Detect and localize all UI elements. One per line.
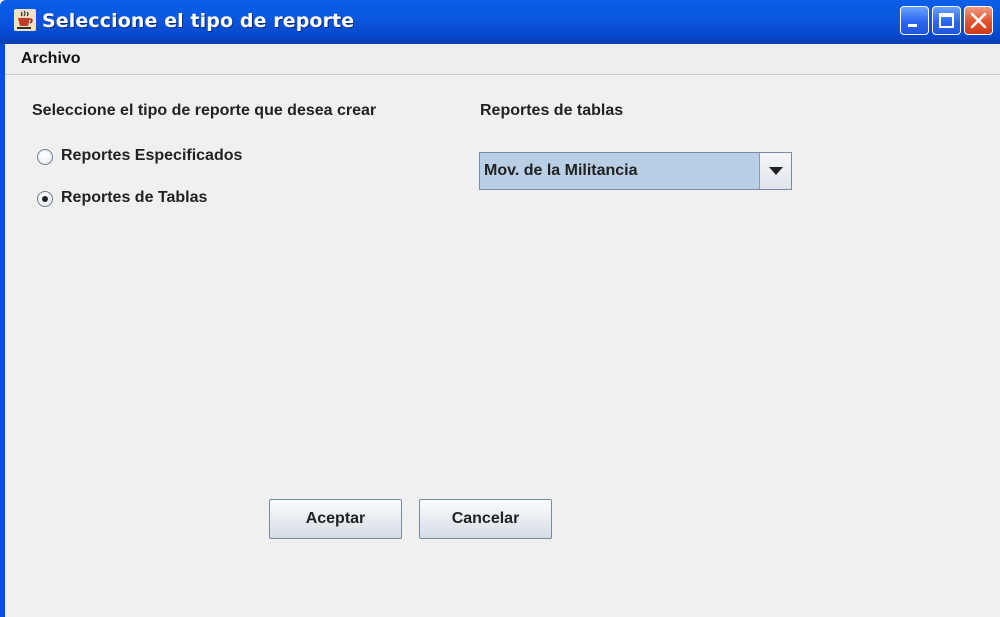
radio-selected-dot bbox=[42, 196, 48, 202]
cancel-button[interactable]: Cancelar bbox=[419, 499, 552, 539]
window-border bbox=[0, 44, 5, 617]
report-type-prompt: Seleccione el tipo de reporte que desea … bbox=[32, 102, 377, 119]
java-cup-icon bbox=[14, 9, 36, 31]
chevron-down-icon bbox=[769, 167, 783, 175]
radio-button-checked[interactable] bbox=[37, 191, 53, 207]
close-icon bbox=[970, 12, 987, 29]
radio-button-unchecked[interactable] bbox=[37, 149, 53, 165]
minimize-icon bbox=[908, 24, 917, 27]
table-reports-label: Reportes de tablas bbox=[480, 102, 624, 119]
combobox-arrow-button[interactable] bbox=[759, 153, 791, 189]
report-type-dialog: Seleccione el tipo de reporte Archivo Se… bbox=[0, 0, 1000, 617]
combobox-selected-value: Mov. de la Militancia bbox=[484, 162, 638, 179]
radio-reportes-de-tablas[interactable]: Reportes de Tablas bbox=[37, 189, 267, 211]
radio-reportes-especificados[interactable]: Reportes Especificados bbox=[37, 147, 297, 169]
radio-label: Reportes Especificados bbox=[61, 147, 243, 164]
table-report-combobox[interactable]: Mov. de la Militancia bbox=[479, 152, 792, 190]
maximize-button[interactable] bbox=[932, 6, 961, 35]
window-title: Seleccione el tipo de reporte bbox=[42, 10, 355, 32]
radio-label: Reportes de Tablas bbox=[61, 189, 208, 206]
menu-archivo[interactable]: Archivo bbox=[21, 50, 81, 68]
title-bar[interactable]: Seleccione el tipo de reporte bbox=[0, 0, 1000, 44]
maximize-icon bbox=[939, 13, 954, 28]
accept-button[interactable]: Aceptar bbox=[269, 499, 402, 539]
minimize-button[interactable] bbox=[900, 6, 929, 35]
menu-bar: Archivo bbox=[5, 44, 1000, 75]
close-button[interactable] bbox=[964, 6, 993, 35]
